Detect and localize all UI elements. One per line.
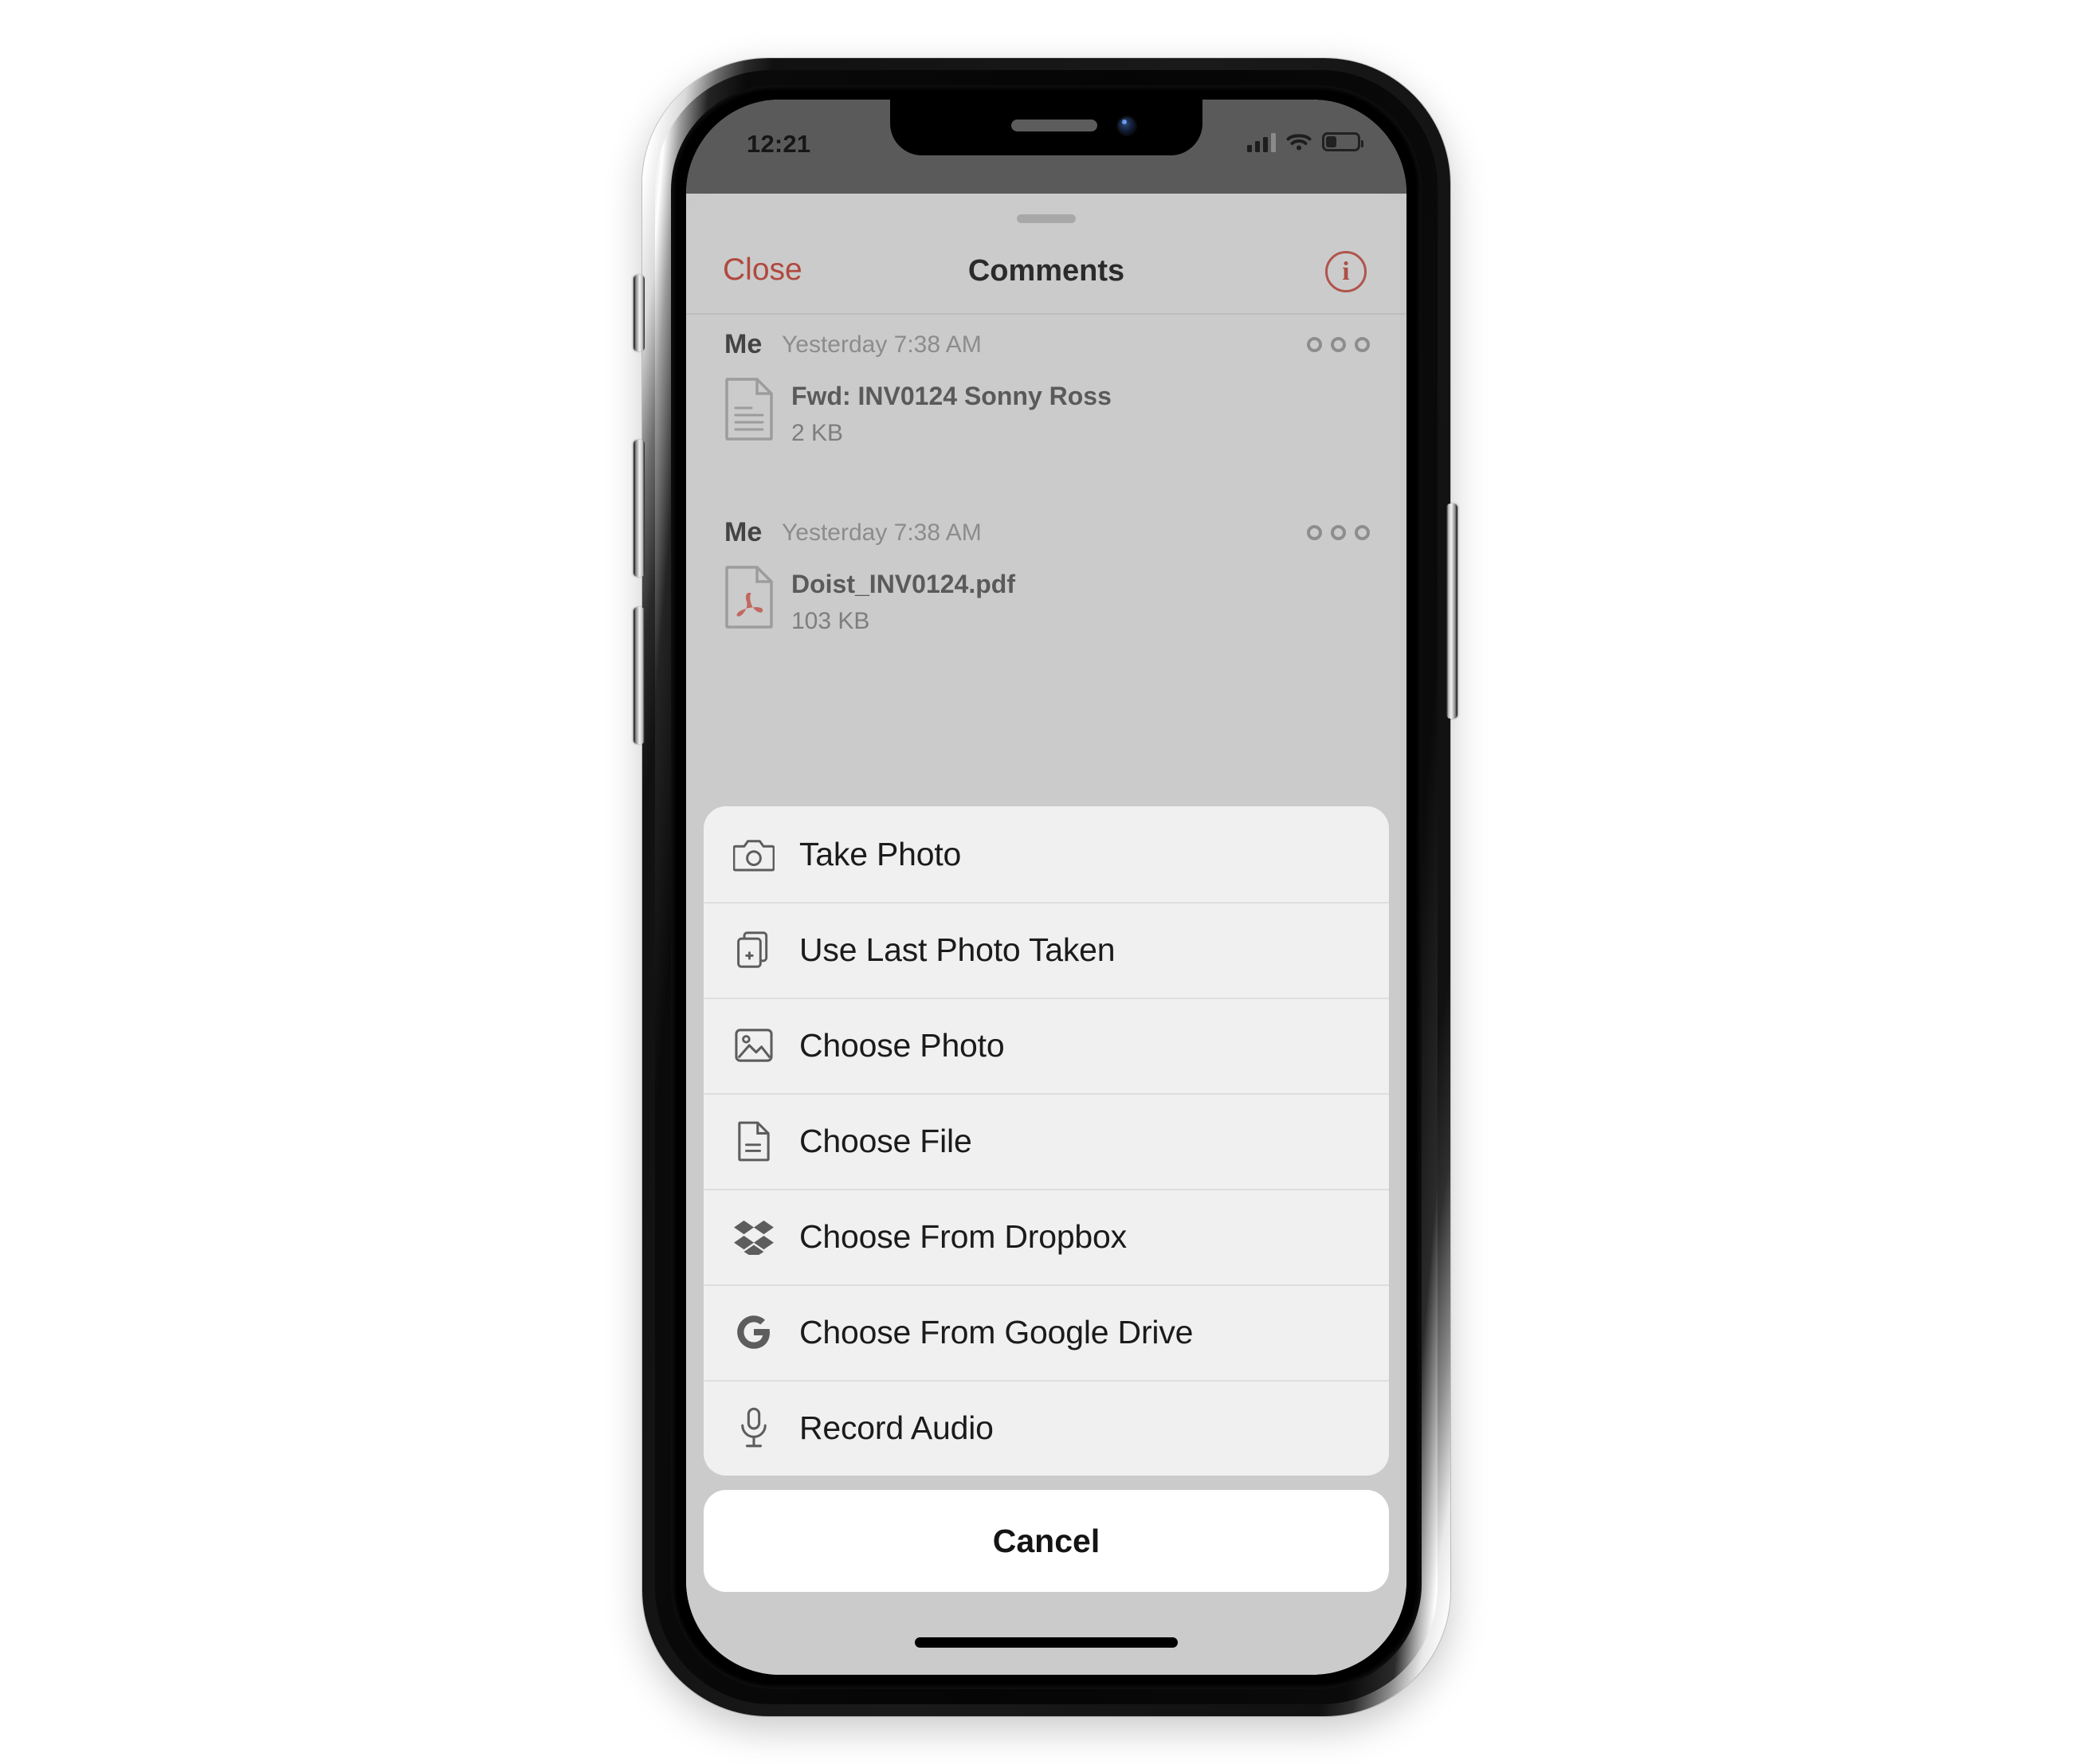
comment-header: Me Yesterday 7:38 AM [686, 511, 1406, 555]
power-button[interactable] [1446, 504, 1457, 719]
mute-switch-button[interactable] [634, 275, 645, 351]
action-label: Choose File [799, 1122, 972, 1159]
navbar-divider [686, 313, 1406, 315]
action-use-last-photo[interactable]: Use Last Photo Taken [704, 902, 1389, 998]
comment-attachment[interactable]: Fwd: INV0124 Sonny Ross 2 KB [686, 377, 1406, 466]
sheet-grabber-handle[interactable] [1017, 214, 1076, 223]
attachment-name: Doist_INV0124.pdf [791, 570, 1015, 598]
comment-item: Me Yesterday 7:38 AM Fwd: INV0124 Sonny … [686, 323, 1406, 466]
action-choose-dropbox[interactable]: Choose From Dropbox [704, 1189, 1389, 1284]
status-bar-time: 12:21 [747, 130, 811, 158]
file-icon [731, 1118, 777, 1164]
volume-up-button[interactable] [634, 440, 645, 577]
document-file-icon [724, 377, 774, 441]
action-label: Take Photo [799, 835, 962, 872]
action-choose-photo[interactable]: Choose Photo [704, 998, 1389, 1093]
dropbox-icon [731, 1213, 777, 1260]
wifi-icon [1286, 132, 1312, 151]
cancel-button[interactable]: Cancel [704, 1490, 1389, 1592]
phone-screen: Close Comments i Me Yesterday 7:38 AM Fw… [686, 100, 1406, 1675]
comment-author: Me [724, 329, 763, 359]
more-options-icon[interactable] [1307, 525, 1370, 540]
action-label: Choose From Google Drive [799, 1313, 1194, 1350]
page-title: Comments [967, 254, 1125, 288]
attachment-name: Fwd: INV0124 Sonny Ross [791, 382, 1112, 410]
comment-header: Me Yesterday 7:38 AM [686, 323, 1406, 367]
status-bar-indicators [1247, 131, 1363, 152]
attachment-size: 2 KB [791, 420, 844, 446]
action-label: Choose From Dropbox [799, 1217, 1127, 1255]
pdf-file-icon [724, 565, 774, 629]
action-sheet: Take Photo Use Last Photo Taken Choose P… [704, 806, 1389, 1592]
action-take-photo[interactable]: Take Photo [704, 806, 1389, 902]
front-camera-icon [1118, 117, 1136, 135]
comments-navbar: Close Comments i [686, 235, 1406, 313]
camera-icon [731, 831, 777, 877]
more-options-icon[interactable] [1307, 337, 1370, 352]
action-label: Choose Photo [799, 1026, 1005, 1064]
comment-item: Me Yesterday 7:38 AM Doist_INV0124.pdf 1… [686, 511, 1406, 654]
comment-attachment[interactable]: Doist_INV0124.pdf 103 KB [686, 565, 1406, 654]
attachment-size: 103 KB [791, 608, 870, 634]
earpiece-speaker [1011, 120, 1097, 131]
action-sheet-options: Take Photo Use Last Photo Taken Choose P… [704, 806, 1389, 1476]
notch [890, 100, 1202, 155]
action-choose-google-drive[interactable]: Choose From Google Drive [704, 1284, 1389, 1380]
info-circle-icon[interactable]: i [1325, 251, 1367, 292]
action-choose-file[interactable]: Choose File [704, 1093, 1389, 1189]
screenshot-stage: Close Comments i Me Yesterday 7:38 AM Fw… [0, 0, 2091, 1764]
microphone-icon [731, 1405, 777, 1451]
volume-down-button[interactable] [634, 607, 645, 744]
action-label: Record Audio [799, 1409, 994, 1446]
cellular-bars-icon [1247, 131, 1276, 152]
action-record-audio[interactable]: Record Audio [704, 1380, 1389, 1476]
battery-icon [1322, 132, 1363, 151]
comment-timestamp: Yesterday 7:38 AM [782, 331, 982, 358]
google-icon [731, 1309, 777, 1355]
action-label: Use Last Photo Taken [799, 931, 1116, 968]
photo-icon [731, 1022, 777, 1068]
last-photo-icon [731, 927, 777, 973]
comment-author: Me [724, 517, 763, 547]
comment-timestamp: Yesterday 7:38 AM [782, 519, 982, 546]
home-indicator[interactable] [915, 1637, 1178, 1648]
